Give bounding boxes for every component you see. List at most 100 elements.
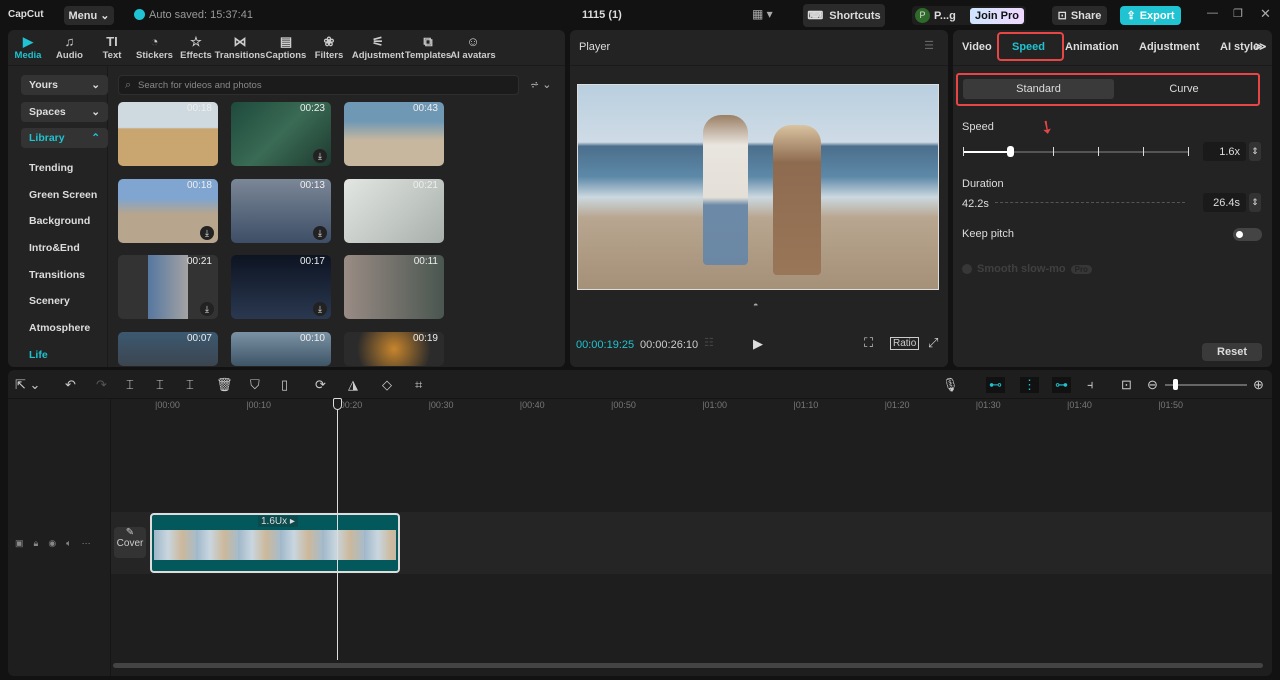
tab-adjustment[interactable]: ⚟ Adjustment [350,30,406,65]
duration-value-input[interactable]: 26.4s [1203,193,1246,212]
download-icon[interactable]: ⤓ [200,225,214,240]
sidebar-item[interactable]: Intro&End [21,235,107,262]
sidebar-item[interactable]: Green Screen [21,181,107,208]
delete-icon[interactable]: 🗑 [216,377,233,393]
split-icon[interactable]: ⌶ [126,377,134,393]
microphone-icon[interactable]: 🎙 [942,377,959,393]
keep-pitch-toggle[interactable] [1233,228,1262,241]
tab-ai-avatars[interactable]: ☺ AI avatars [450,30,496,65]
tab-captions[interactable]: ▤ Captions [264,30,308,65]
media-thumbnail[interactable]: 00:18 ⤓ [118,178,218,243]
mirror-icon[interactable]: ◮ [348,377,358,393]
tab-stickers[interactable]: ◔ Stickers [133,30,176,65]
join-pro-button[interactable]: Join Pro [970,8,1025,24]
undo-icon[interactable]: ↶ [65,377,76,393]
zoom-in-icon[interactable]: ⊕ [1253,377,1264,393]
curve-mode-button[interactable]: Curve [1114,79,1254,99]
sidebar-item[interactable]: Background [21,208,107,235]
freeze-icon[interactable]: ▯ [281,377,288,393]
marker-icon[interactable]: ⛉ [250,377,260,393]
media-thumbnail[interactable]: 00:17 ⤓ [231,255,331,319]
select-tool-icon[interactable]: ⇱ ⌄ [15,377,40,393]
tab-templates[interactable]: ⧉ Templates [405,30,451,65]
download-icon[interactable]: ⤓ [313,302,327,316]
video-clip[interactable]: 1.6Ux ▸ [150,513,400,573]
library-dropdown[interactable]: Library ⌃ [21,128,108,148]
download-icon[interactable]: ⤓ [200,302,214,316]
more-icon[interactable]: ⋯ [82,538,91,549]
eye-icon[interactable]: ◉ [48,538,56,549]
tab-filters[interactable]: ❀ Filters [308,30,350,65]
split-right-icon[interactable]: ⌶ [186,377,194,393]
media-thumbnail[interactable]: 00:23 ⤓ [231,102,331,166]
maximize-icon[interactable]: ❐ [1233,7,1243,20]
standard-mode-button[interactable]: Standard [963,79,1114,99]
playhead[interactable] [337,400,338,660]
main-track-magnet-icon[interactable]: ⊷ [986,377,1005,393]
crop-icon[interactable]: ⌗ [415,377,422,393]
tab-video[interactable]: Video [962,41,992,53]
sidebar-item[interactable]: Scenery [21,288,107,315]
media-thumbnail[interactable]: 00:18 [118,102,218,166]
linkage-icon[interactable]: ⊶ [1052,377,1071,393]
sidebar-item[interactable]: Atmosphere [21,315,107,342]
reverse-icon[interactable]: ⟳ [315,377,326,393]
download-icon[interactable]: ⤓ [313,225,327,240]
minimize-icon[interactable]: — [1207,7,1218,19]
playhead-handle[interactable] [333,398,342,410]
speed-stepper-icon[interactable]: ⇕ [1249,142,1261,161]
shortcuts-button[interactable]: ⌨ Shortcuts [803,4,885,27]
tab-text[interactable]: TI Text [91,30,133,65]
reset-button[interactable]: Reset [1202,343,1262,361]
menu-button[interactable]: Menu ⌄ [64,6,114,25]
cover-button[interactable]: ✎ Cover [114,527,146,558]
horizontal-scrollbar[interactable] [113,663,1263,668]
media-thumbnail[interactable]: 00:07 [118,331,218,366]
track-video-icon[interactable]: ▣ [15,538,24,549]
video-preview[interactable] [577,84,939,290]
ratio-button[interactable]: Ratio [890,337,920,350]
zoom-out-icon[interactable]: ⊖ [1147,377,1158,393]
layout-icon[interactable]: ▦ ▾ [752,7,773,21]
media-thumbnail[interactable]: 00:13 ⤓ [231,178,331,243]
fullscreen-icon[interactable]: ⤢ [928,335,938,351]
zoom-fit-timeline-icon[interactable]: ⊡ [1121,377,1132,393]
sidebar-item[interactable]: Life [21,341,107,368]
media-thumbnail[interactable]: 00:21 ⤓ [118,255,218,319]
preview-axis-icon[interactable]: ⫞ [1087,377,1094,393]
tab-adjustment[interactable]: Adjustment [1139,41,1200,53]
tab-effects[interactable]: ☆ Effects [176,30,216,65]
filter-sort-icon[interactable]: ⩫ ⌄ [530,78,552,91]
auto-snap-icon[interactable]: ⋮ [1020,377,1039,393]
audio-icon[interactable]: 🔈︎ [66,538,71,549]
tab-transitions[interactable]: ⋈ Transitions [215,30,266,65]
timeline-zoom-slider[interactable] [1165,379,1247,390]
yours-dropdown[interactable]: Yours ⌄ [21,75,108,95]
close-icon[interactable]: ✕ [1260,6,1271,22]
more-tabs-icon[interactable]: ≫ [1255,40,1267,53]
zoom-fit-icon[interactable]: ⛶ [864,335,873,351]
media-thumbnail[interactable]: 00:11 [344,255,444,319]
sidebar-item[interactable]: Transitions [21,261,107,288]
media-thumbnail[interactable]: 00:10 [231,331,331,366]
tab-animation[interactable]: Animation [1065,41,1119,53]
export-button[interactable]: ⇪ Export [1120,6,1181,25]
spaces-dropdown[interactable]: Spaces ⌄ [21,101,108,122]
share-button[interactable]: ⊡ Share [1052,6,1107,25]
lock-icon[interactable]: 🔒︎ [34,538,39,549]
user-area[interactable]: P P...g Join Pro [912,6,1026,25]
media-thumbnail[interactable]: 00:21 [344,178,444,243]
tab-ai-styles[interactable]: AI styles [1220,41,1260,53]
media-thumbnail[interactable]: 00:19 [344,331,444,366]
media-thumbnail[interactable]: 00:43 [344,102,444,166]
speed-value-input[interactable]: 1.6x [1203,142,1246,161]
download-icon[interactable]: ⤓ [313,149,327,163]
tab-speed[interactable]: Speed [1012,41,1045,53]
redo-icon[interactable]: ↷ [96,377,107,393]
duration-stepper-icon[interactable]: ⇕ [1249,193,1261,212]
speed-slider-handle[interactable] [1007,146,1015,157]
rotate-icon[interactable]: ◇ [382,377,392,393]
search-input[interactable]: ⌕ Search for videos and photos [118,75,519,95]
player-menu-icon[interactable]: ☰ [924,39,934,52]
split-left-icon[interactable]: ⌶ [156,377,164,393]
